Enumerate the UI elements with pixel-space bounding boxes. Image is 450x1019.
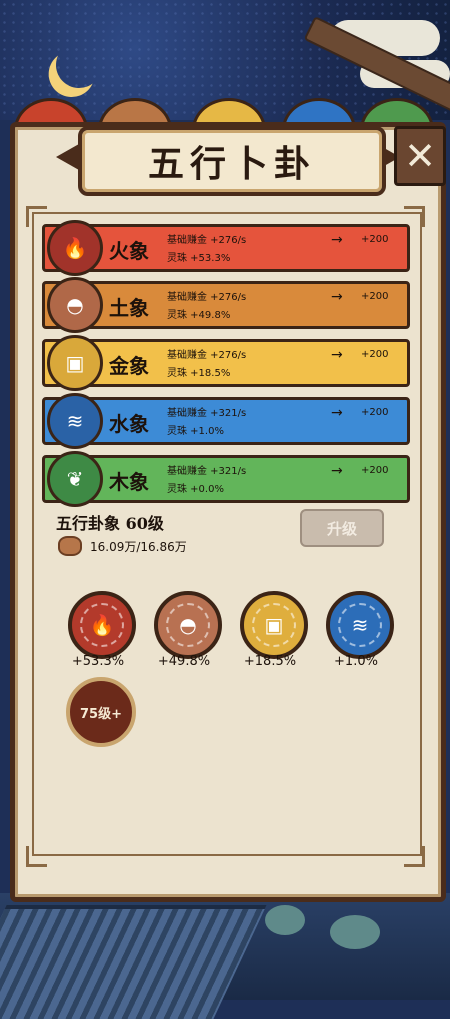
earth-medal-value: +49.8% — [157, 654, 211, 669]
row-orb-bonus: 灵珠 +53.3% — [167, 253, 231, 264]
medal-ring: ▣ — [252, 603, 296, 647]
fire-medal-value: +53.3% — [71, 654, 125, 669]
fire-icon: 🔥 — [47, 220, 103, 276]
wave-glyph: ≋ — [66, 409, 84, 433]
row-increment: +200 — [361, 291, 389, 302]
wave-icon: ≋ — [47, 393, 103, 449]
medal-ring: ≋ — [338, 603, 382, 647]
row-orb-bonus: 灵珠 +49.8% — [167, 310, 231, 321]
upgrade-cost-progress: 16.09万/16.86万 — [90, 540, 187, 554]
coin-glyph: ▣ — [264, 613, 284, 637]
ore-icon — [58, 536, 82, 556]
fire-glyph: 🔥 — [89, 613, 115, 637]
close-button[interactable]: ✕ — [394, 126, 446, 186]
water-medal-value: +1.0% — [334, 654, 378, 669]
element-row-water[interactable]: ≋ 水象 基础赚金 +321/s 灵珠 +1.0% → +200 — [42, 393, 410, 449]
medal-ring: ◓ — [166, 603, 210, 647]
element-row-fire[interactable]: 🔥 火象 基础赚金 +276/s 灵珠 +53.3% → +200 — [42, 220, 410, 276]
row-orb-bonus: 灵珠 +18.5% — [167, 368, 231, 379]
arrow-right-icon: → — [331, 405, 343, 421]
tiled-roof-decoration — [0, 905, 267, 1019]
row-name: 土象 — [109, 296, 149, 320]
metal-medal-icon: ▣ — [240, 591, 308, 659]
title-plate: 五行卜卦 — [78, 126, 386, 196]
row-base-gold: 基础赚金 +321/s — [167, 466, 247, 477]
upgrade-button[interactable]: 升级 — [300, 509, 384, 547]
rock-icon: ◓ — [47, 277, 103, 333]
row-name: 水象 — [109, 412, 149, 436]
fire-medal-icon: 🔥 — [68, 591, 136, 659]
element-row-metal[interactable]: ▣ 金象 基础赚金 +276/s 灵珠 +18.5% → +200 — [42, 335, 410, 391]
corner-ornament — [404, 846, 425, 867]
upgrade-button-label: 升级 — [326, 519, 357, 538]
arrow-right-icon: → — [331, 289, 343, 305]
arrow-right-icon: → — [331, 463, 343, 479]
row-increment: +200 — [361, 465, 389, 476]
corner-ornament — [26, 846, 47, 867]
earth-medal-icon: ◓ — [154, 591, 222, 659]
leaf-glyph: ❦ — [66, 467, 84, 491]
hexagram-level: 五行卦象 60级 — [56, 514, 164, 533]
row-increment: +200 — [361, 407, 389, 418]
level-75-reward-badge[interactable]: 75级+ — [66, 677, 136, 747]
row-base-gold: 基础赚金 +276/s — [167, 292, 247, 303]
row-name: 火象 — [109, 239, 149, 263]
row-orb-bonus: 灵珠 +1.0% — [167, 426, 224, 437]
medal-ring: 🔥 — [80, 603, 124, 647]
arrow-right-icon: → — [331, 232, 343, 248]
wave-glyph: ≋ — [351, 613, 369, 637]
tree-decoration — [265, 905, 305, 935]
row-name: 金象 — [109, 354, 149, 378]
arrow-right-icon: → — [331, 347, 343, 363]
row-base-gold: 基础赚金 +321/s — [167, 408, 247, 419]
fire-glyph: 🔥 — [62, 236, 88, 260]
level-75-label: 75级+ — [80, 706, 122, 722]
metal-medal-value: +18.5% — [243, 654, 297, 669]
element-row-wood[interactable]: ❦ 木象 基础赚金 +321/s 灵珠 +0.0% → +200 — [42, 451, 410, 507]
row-increment: +200 — [361, 234, 389, 245]
tree-decoration — [330, 915, 380, 949]
row-orb-bonus: 灵珠 +0.0% — [167, 484, 224, 495]
row-increment: +200 — [361, 349, 389, 360]
row-name: 木象 — [109, 470, 149, 494]
close-icon: ✕ — [404, 134, 436, 178]
row-base-gold: 基础赚金 +276/s — [167, 235, 247, 246]
leaf-icon: ❦ — [47, 451, 103, 507]
page-title: 五行卜卦 — [147, 143, 316, 185]
coin-icon: ▣ — [47, 335, 103, 391]
rock-glyph: ◓ — [66, 293, 84, 317]
element-row-earth[interactable]: ◓ 土象 基础赚金 +276/s 灵珠 +49.8% → +200 — [42, 277, 410, 333]
water-medal-icon: ≋ — [326, 591, 394, 659]
rock-glyph: ◓ — [179, 613, 197, 637]
coin-glyph: ▣ — [65, 351, 85, 375]
row-base-gold: 基础赚金 +276/s — [167, 350, 247, 361]
